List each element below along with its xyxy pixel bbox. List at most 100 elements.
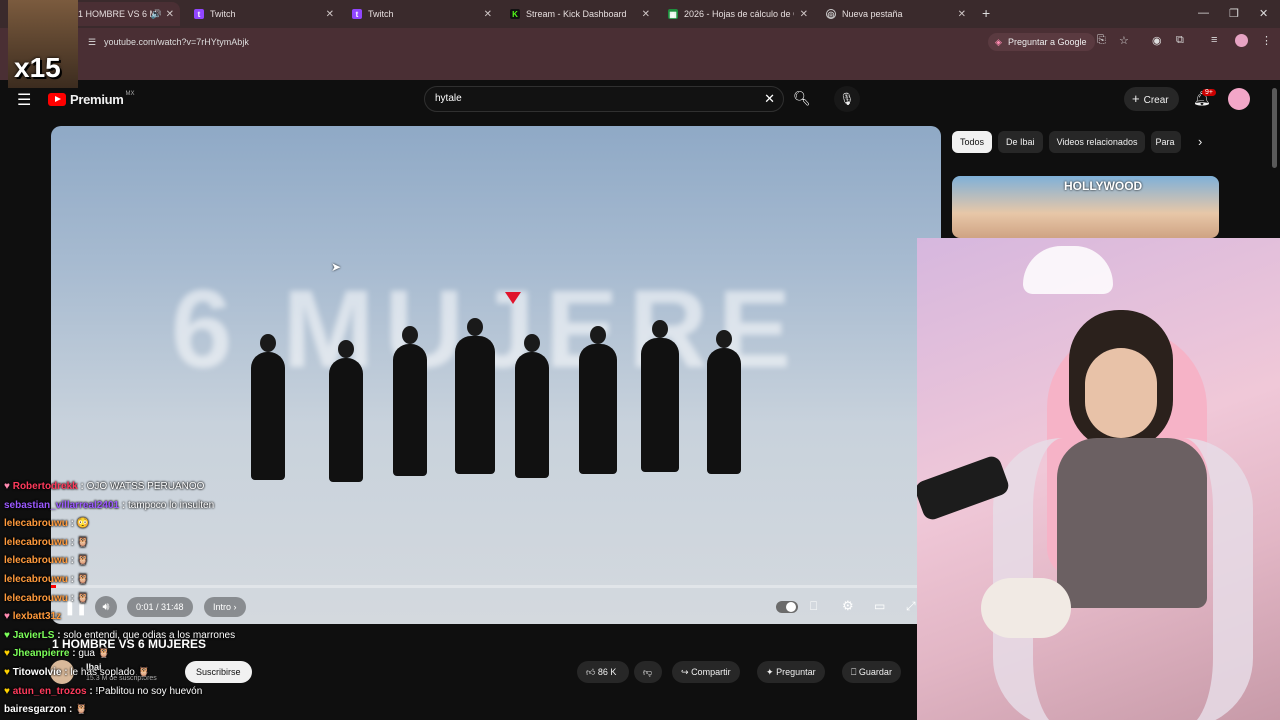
chat-user[interactable]: JavierLS (13, 630, 55, 641)
address-toolbar: ☰ youtube.com/watch?v=7rHYtymAbjk ◈ Preg… (0, 28, 1280, 56)
ask-google-icon: ◈ (995, 37, 1002, 47)
chip-related[interactable]: Videos relacionados (1048, 131, 1146, 153)
close-tab-icon[interactable]: ✕ (800, 9, 808, 20)
chat-user[interactable]: bairesgarzon (4, 704, 66, 715)
cast-icon[interactable]: ⎘ (1097, 34, 1106, 47)
chat-user[interactable]: lelecabrouwu (4, 593, 68, 604)
chat-message: 😳 (76, 518, 90, 529)
create-button[interactable]: + Crear (1124, 87, 1179, 111)
person-figure (251, 334, 285, 480)
fullscreen-icon[interactable]: ⤢ (906, 599, 916, 614)
settings-gear-icon[interactable]: ⚙ (842, 598, 854, 614)
bookmark-star-icon[interactable]: ☆ (1119, 34, 1129, 47)
close-tab-icon[interactable]: ✕ (484, 9, 492, 20)
like-button[interactable]: 👍︎ 86 K (577, 661, 629, 683)
chat-line: ♥ atun_en_trozos : !Pablitou no soy huev… (4, 686, 203, 697)
chat-user[interactable]: lelecabrouwu (4, 574, 68, 585)
search-icon[interactable]: 🔍︎ (793, 90, 811, 107)
site-info-icon[interactable]: ☰ (88, 32, 96, 52)
tab-twitch-1[interactable]: t Twitch ✕ (186, 2, 340, 26)
chip-all[interactable]: Todos (952, 131, 993, 153)
account-avatar[interactable] (1228, 88, 1250, 110)
chat-user[interactable]: Robertodrekk (13, 481, 78, 492)
red-marker-icon (505, 292, 521, 304)
puzzle-icon[interactable]: ⧉ (1176, 34, 1184, 47)
chat-line: lelecabrouwu : 🦉 (4, 555, 90, 566)
bookmarks-bar (0, 56, 1280, 80)
save-button[interactable]: ⎕ Guardar (842, 661, 901, 683)
close-window-icon[interactable]: ✕ (1259, 7, 1268, 20)
tab-new[interactable]: ◎ Nueva pestaña ✕ (818, 2, 972, 26)
chip-from-ibai[interactable]: De Ibai (998, 131, 1043, 153)
chat-user[interactable]: lelecabrouwu (4, 537, 68, 548)
tab-label: Twitch (210, 9, 236, 19)
volume-icon[interactable]: 🔊︎ (95, 596, 117, 618)
clear-search-icon[interactable]: ✕ (764, 87, 775, 111)
ask-google-button[interactable]: ◈ Preguntar a Google (988, 33, 1095, 51)
close-tab-icon[interactable]: ✕ (642, 9, 650, 20)
streamer-face (1085, 348, 1157, 438)
chat-message: !Pablitou no soy huevón (95, 686, 203, 697)
video-player[interactable]: 6 MUJERE ➤ (51, 126, 941, 624)
chapter-button[interactable]: Intro › (204, 597, 246, 617)
chips-next-icon[interactable]: › (1198, 134, 1202, 149)
share-label: Compartir (691, 667, 731, 677)
minimize-icon[interactable]: — (1198, 7, 1209, 19)
new-tab-button[interactable]: + (982, 5, 990, 21)
close-tab-icon[interactable]: ✕ (166, 9, 174, 20)
hamburger-menu-icon[interactable]: ☰ (17, 90, 31, 110)
chat-line: lelecabrouwu : 😳 (4, 518, 90, 529)
chat-user[interactable]: lelecabrouwu (4, 555, 68, 566)
chat-user[interactable]: lelecabrouwu (4, 518, 68, 529)
autoplay-toggle[interactable] (776, 601, 798, 613)
chat-message: 🦉 (76, 555, 90, 566)
plus-icon: + (1132, 91, 1140, 106)
chat-message: solo entendi, que odias a los marrones (63, 630, 236, 641)
url-bar[interactable]: ☰ youtube.com/watch?v=7rHYtymAbjk (82, 32, 982, 52)
tab-kick[interactable]: K Stream - Kick Dashboard ✕ (502, 2, 656, 26)
recommended-thumbnail[interactable]: HOLLYWOOD (952, 176, 1219, 238)
youtube-logo[interactable]: Premium MX (48, 91, 135, 107)
tab-youtube[interactable]: 1 HOMBRE VS 6 MUJERES 🔊 ✕ (70, 2, 180, 26)
tab-sheets[interactable]: ▦ 2026 - Hojas de cálculo de Goo ✕ (660, 2, 814, 26)
person-figure (579, 326, 617, 474)
chat-message: 🦉 (76, 593, 90, 604)
chat-user[interactable]: lexbatt31z (13, 611, 61, 622)
microphone-icon[interactable]: 🎙︎ (834, 86, 860, 112)
thumbnail-text: HOLLYWOOD (1064, 179, 1143, 193)
video-progress-bar[interactable] (51, 585, 919, 588)
page-scrollbar[interactable] (1272, 88, 1277, 168)
search-value: hytale (435, 93, 462, 104)
chat-user[interactable]: Jheanpierre (13, 648, 70, 659)
theater-mode-icon[interactable]: ▭ (874, 599, 885, 613)
restore-icon[interactable]: ❐ (1229, 7, 1239, 20)
profile-avatar[interactable] (1235, 34, 1248, 47)
menu-dots-icon[interactable]: ⋮ (1261, 34, 1272, 47)
chat-message: tampoco lo insulten (127, 500, 215, 511)
ask-button[interactable]: ✦ Preguntar (757, 661, 825, 683)
close-tab-icon[interactable]: ✕ (958, 9, 966, 20)
chat-badge-icon: ♥ (4, 686, 10, 697)
share-icon: ↪ (681, 667, 689, 677)
webcam-overlay (917, 238, 1280, 720)
tab-twitch-2[interactable]: t Twitch ✕ (344, 2, 498, 26)
search-input[interactable]: hytale ✕ (424, 86, 784, 112)
thumbs-down-icon: 👎︎ (643, 667, 653, 677)
speaker-icon[interactable]: 🔊 (151, 9, 162, 20)
dislike-button[interactable]: 👎︎ (634, 661, 662, 683)
share-button[interactable]: ↪ Compartir (672, 661, 740, 683)
chat-user[interactable]: Titowolvie (13, 667, 62, 678)
extension-icon[interactable]: ◉ (1152, 34, 1162, 47)
chat-line: ♥ Jheanpierre : gua 🦉 (4, 648, 111, 659)
close-tab-icon[interactable]: ✕ (326, 9, 334, 20)
chat-user[interactable]: sebastian_villarreal2401 (4, 500, 119, 511)
chat-badge-icon: ♥ (4, 667, 10, 678)
subscribe-button[interactable]: Suscribirse (185, 661, 252, 683)
chat-user[interactable]: atun_en_trozos (13, 686, 87, 697)
tab-label: Nueva pestaña (842, 9, 903, 19)
time-display: 0:01 / 31:48 (127, 597, 193, 617)
tab-search-icon[interactable]: ≡ (1211, 34, 1217, 46)
chat-line: ♥ Robertodrekk : OJO WATSS PERUANOO (4, 481, 205, 492)
chip-for-you[interactable]: Para (1151, 131, 1182, 153)
subtitles-icon[interactable]: ⎕ (810, 599, 817, 614)
